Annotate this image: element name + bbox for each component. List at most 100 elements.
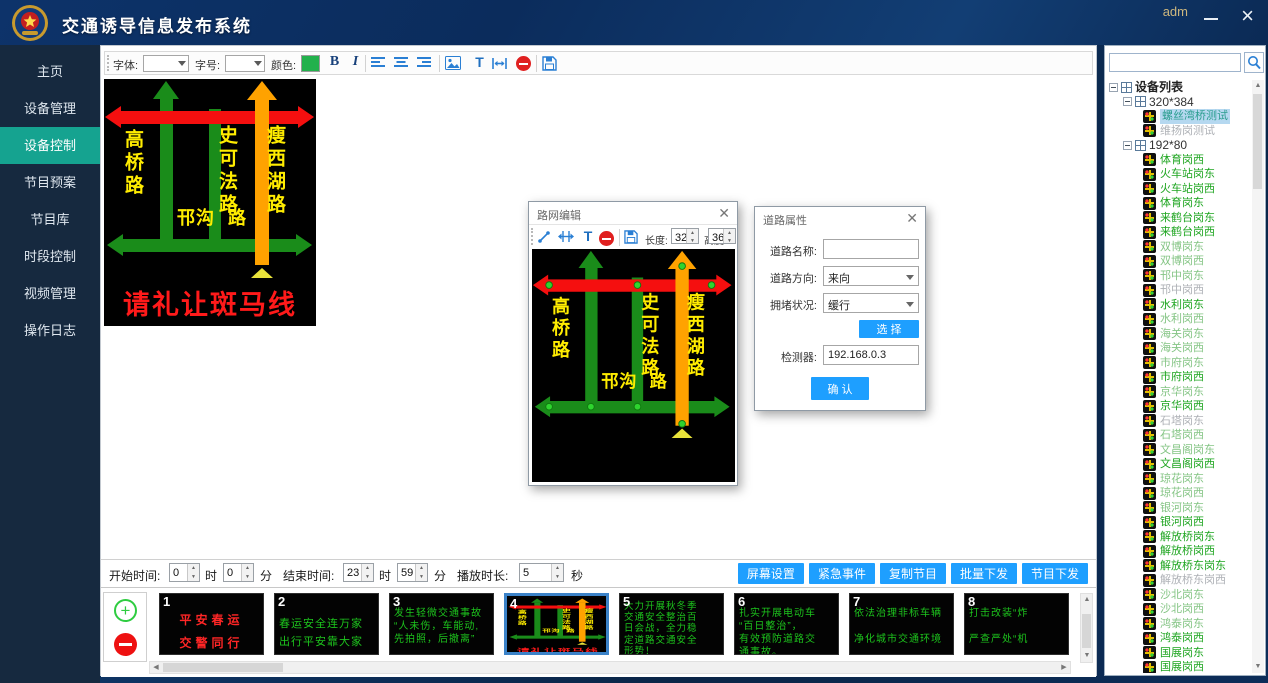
device-item[interactable]: 市府岗西	[1107, 370, 1250, 385]
text-icon[interactable]: T	[579, 228, 597, 246]
sidebar-item-operation-log[interactable]: 操作日志	[0, 312, 100, 349]
device-item[interactable]: 海关岗东	[1107, 327, 1250, 342]
align-right-icon[interactable]	[417, 57, 436, 76]
device-item[interactable]: 解放桥岗东	[1107, 530, 1250, 545]
screen-settings-button[interactable]: 屏幕设置	[738, 563, 804, 584]
collapse-icon[interactable]	[1109, 83, 1118, 92]
road-handle-dot[interactable]	[708, 281, 716, 289]
device-item[interactable]: 京华岗东	[1107, 385, 1250, 400]
congestion-select[interactable]: 缓行	[823, 293, 919, 313]
device-item[interactable]: 来鹤台岗东	[1107, 211, 1250, 226]
scroll-right-icon[interactable]: ▶	[1058, 662, 1070, 674]
device-search-input[interactable]	[1109, 53, 1241, 72]
device-item[interactable]: 火车站岗西	[1107, 182, 1250, 197]
add-program-button[interactable]: +	[114, 599, 137, 622]
spin-down-icon[interactable]: ▼	[687, 237, 698, 245]
vertical-scrollbar[interactable]: ▲ ▼	[1080, 593, 1093, 663]
height-spinner[interactable]: 368▲▼	[708, 228, 736, 244]
device-item[interactable]: 海关岗西	[1107, 341, 1250, 356]
copy-program-button[interactable]: 复制节目	[880, 563, 946, 584]
length-spinner[interactable]: 320▲▼	[671, 228, 699, 244]
device-item[interactable]: 文昌阁岗西	[1107, 457, 1250, 472]
device-item[interactable]: 石塔岗西	[1107, 428, 1250, 443]
device-item[interactable]: 银河岗东	[1107, 501, 1250, 516]
spin-down-icon[interactable]: ▼	[188, 573, 199, 582]
duration-spinner[interactable]: 5▲▼	[519, 563, 564, 582]
program-tile[interactable]: 发生轻微交通事故“人未伤，车能动,先拍照，后撤离”3	[389, 593, 494, 655]
image-icon[interactable]	[445, 56, 464, 75]
spin-up-icon[interactable]: ▲	[362, 564, 373, 573]
align-left-icon[interactable]	[371, 57, 390, 76]
end-hour-spinner[interactable]: 23▲▼	[343, 563, 374, 582]
italic-button[interactable]: I	[346, 54, 365, 73]
program-tile[interactable]: 高桥路史可法路瘦西湖路邗沟路请礼让斑马线4	[504, 593, 609, 655]
scroll-down-icon[interactable]: ▼	[1081, 650, 1093, 662]
device-item[interactable]: 水利岗西	[1107, 312, 1250, 327]
device-item[interactable]: 解放桥东岗西	[1107, 573, 1250, 588]
roadnet-icon[interactable]	[491, 57, 510, 76]
device-item[interactable]: 双博岗东	[1107, 240, 1250, 255]
minimize-icon[interactable]	[1204, 12, 1220, 26]
save-icon[interactable]	[542, 56, 561, 75]
select-detector-button[interactable]: 选 择	[859, 320, 919, 338]
spin-up-icon[interactable]: ▲	[416, 564, 427, 573]
road-handle-dot[interactable]	[545, 403, 553, 411]
close-icon[interactable]: ×	[1241, 0, 1254, 32]
close-icon[interactable]: ✕	[718, 205, 730, 222]
device-item[interactable]: 火车站岗东	[1107, 167, 1250, 182]
tree-group[interactable]: 320*384	[1107, 95, 1250, 110]
color-swatch[interactable]	[301, 55, 320, 72]
save-icon[interactable]	[624, 230, 642, 248]
bold-button[interactable]: B	[325, 54, 344, 73]
road-handle-dot[interactable]	[634, 281, 642, 289]
device-item[interactable]: 解放桥东岗东	[1107, 559, 1250, 574]
program-tile[interactable]: 大力开展秋冬季交通安全整治百日会战，全力稳定道路交通安全形势！5	[619, 593, 724, 655]
spin-down-icon[interactable]: ▼	[242, 573, 253, 582]
delete-icon[interactable]	[514, 54, 533, 73]
device-item[interactable]: 邗中岗西	[1107, 283, 1250, 298]
sidebar-item-program-library[interactable]: 节目库	[0, 201, 100, 238]
delete-icon[interactable]	[597, 229, 615, 247]
device-item[interactable]: 鸿泰岗西	[1107, 631, 1250, 646]
remove-program-button[interactable]	[114, 633, 137, 656]
search-button[interactable]	[1244, 52, 1264, 73]
sidebar-item-device-management[interactable]: 设备管理	[0, 90, 100, 127]
emergency-event-button[interactable]: 紧急事件	[809, 563, 875, 584]
text-icon[interactable]: T	[470, 54, 489, 73]
device-item[interactable]: 沙北岗东	[1107, 588, 1250, 603]
device-item[interactable]: 鸿泰岗东	[1107, 617, 1250, 632]
device-item[interactable]: 邗中岗东	[1107, 269, 1250, 284]
device-item[interactable]: 解放桥岗西	[1107, 544, 1250, 559]
start-hour-spinner[interactable]: 0▲▼	[169, 563, 200, 582]
spin-up-icon[interactable]: ▲	[188, 564, 199, 573]
device-item[interactable]: 国展岗东	[1107, 646, 1250, 661]
spin-down-icon[interactable]: ▼	[724, 237, 735, 245]
spin-up-icon[interactable]: ▲	[552, 564, 563, 573]
program-tile[interactable]: 扎实开展电动车“百日整治”，有效预防道路交通事故。6	[734, 593, 839, 655]
detector-input[interactable]	[823, 345, 919, 365]
sidebar-item-program-plan[interactable]: 节目预案	[0, 164, 100, 201]
led-display-canvas[interactable]: 高桥路史可法路瘦西湖路邗沟路请礼让斑马线	[104, 79, 316, 326]
road-handle-dot[interactable]	[545, 281, 553, 289]
spin-down-icon[interactable]: ▼	[362, 573, 373, 582]
device-item[interactable]: 体育岗西	[1107, 153, 1250, 168]
device-item[interactable]: 文昌阁岗东	[1107, 443, 1250, 458]
font-size-select[interactable]	[225, 55, 265, 72]
device-item[interactable]: 国展岗西	[1107, 660, 1250, 673]
close-icon[interactable]: ✕	[906, 210, 918, 227]
scroll-left-icon[interactable]: ◀	[150, 662, 162, 674]
device-item[interactable]: 石塔岗东	[1107, 414, 1250, 429]
device-item[interactable]: 体育岗东	[1107, 196, 1250, 211]
device-item[interactable]: 银河岗西	[1107, 515, 1250, 530]
road-handle-dot[interactable]	[634, 403, 642, 411]
program-tile[interactable]: 平安春运交警同行1	[159, 593, 264, 655]
road-name-input[interactable]	[823, 239, 919, 259]
sidebar-item-video-management[interactable]: 视频管理	[0, 275, 100, 312]
end-minute-spinner[interactable]: 59▲▼	[397, 563, 428, 582]
scrollbar-thumb[interactable]	[1253, 94, 1262, 189]
program-send-button[interactable]: 节目下发	[1022, 563, 1088, 584]
scrollbar-thumb[interactable]	[163, 663, 283, 672]
tree-root[interactable]: 设备列表	[1107, 80, 1250, 95]
align-center-icon[interactable]	[394, 57, 413, 76]
roadnet-edit-canvas[interactable]: 高桥路史可法路瘦西湖路邗沟路	[532, 249, 735, 482]
